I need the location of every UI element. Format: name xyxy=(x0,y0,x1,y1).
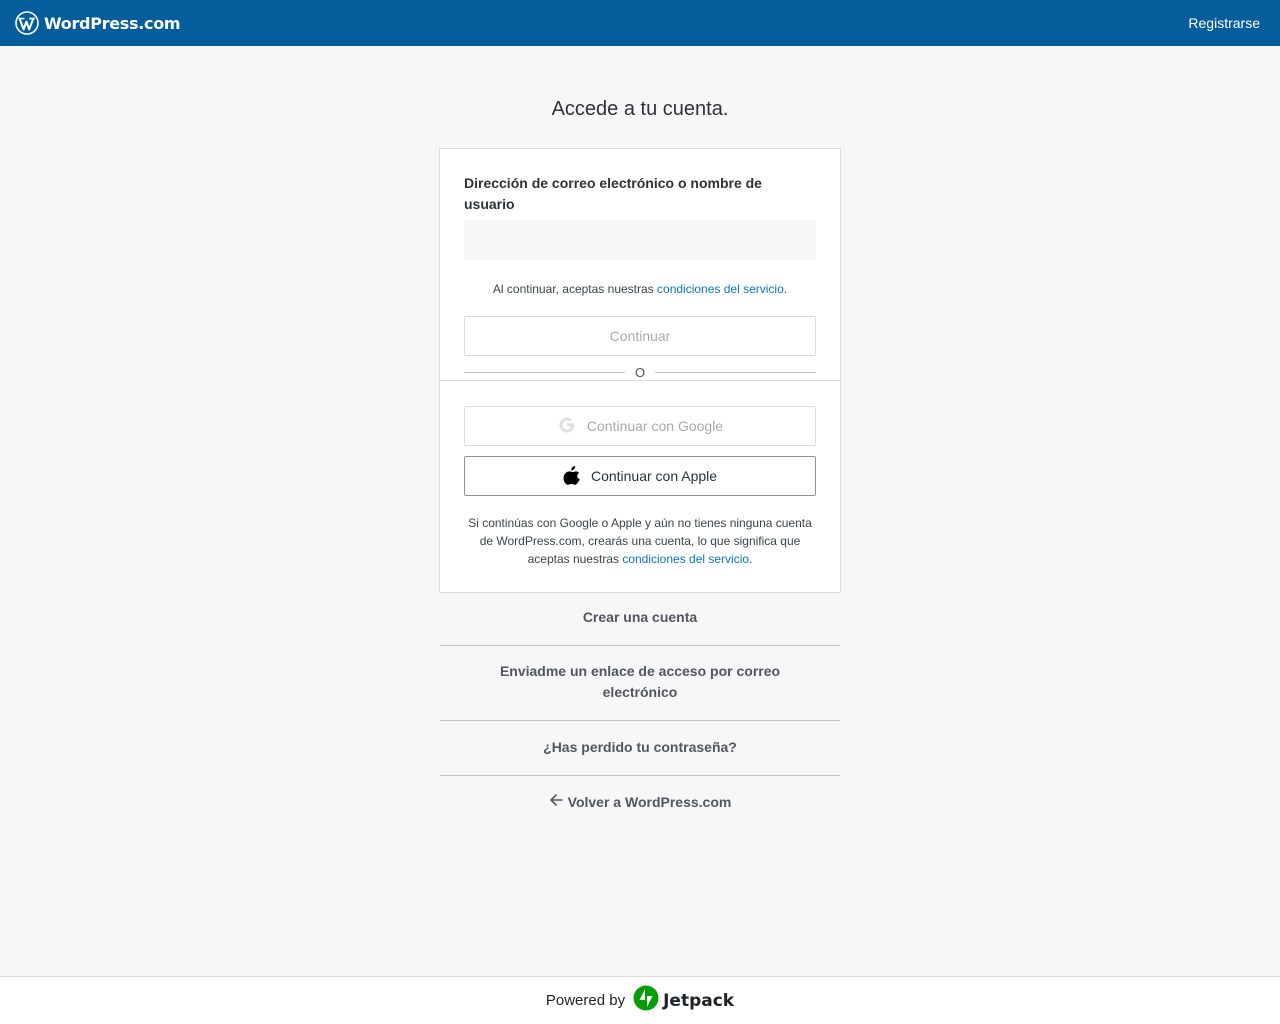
back-to-wordpress-link[interactable]: Volver a WordPress.com xyxy=(439,776,841,829)
login-card: Dirección de correo electrónico o nombre… xyxy=(439,148,841,593)
signup-link[interactable]: Registrarse xyxy=(1188,15,1260,31)
footer: Powered by Jetpack xyxy=(0,976,1280,1024)
terms-notice: Al continuar, aceptas nuestras condicion… xyxy=(464,282,816,296)
magic-link-request[interactable]: Enviadme un enlace de acceso por correo … xyxy=(439,646,841,720)
page-title: Accede a tu cuenta. xyxy=(551,98,729,120)
divider-line-left xyxy=(464,372,625,373)
social-terms-notice: Si continúas con Google o Apple y aún no… xyxy=(464,514,816,568)
divider-line-right xyxy=(653,372,816,373)
login-links: Crear una cuenta Enviadme un enlace de a… xyxy=(439,593,841,829)
continue-button[interactable]: Continuar xyxy=(464,316,816,356)
or-divider: O xyxy=(439,365,841,389)
terms-prefix: Al continuar, aceptas nuestras xyxy=(492,282,658,296)
create-account-link[interactable]: Crear una cuenta xyxy=(439,593,841,645)
apple-icon xyxy=(563,465,581,488)
jetpack-icon xyxy=(633,985,659,1016)
divider-line xyxy=(439,380,841,381)
google-login-button[interactable]: Continuar con Google xyxy=(464,406,816,446)
email-input[interactable] xyxy=(464,220,816,260)
brand-name: WordPress.com xyxy=(44,13,181,33)
or-label: O xyxy=(625,365,655,380)
apple-login-button[interactable]: Continuar con Apple xyxy=(464,456,816,496)
google-button-label: Continuar con Google xyxy=(586,418,724,434)
google-icon xyxy=(557,415,577,438)
terms-suffix: . xyxy=(783,282,788,296)
powered-by-label: Powered by xyxy=(545,992,626,1009)
terms-link[interactable]: condiciones del servicio xyxy=(657,282,784,296)
social-terms-suffix: . xyxy=(749,552,753,566)
email-label: Dirección de correo electrónico o nombre… xyxy=(464,175,762,212)
wordpress-home-link[interactable]: WordPress.com xyxy=(15,11,181,35)
lost-password-link[interactable]: ¿Has perdido tu contraseña? xyxy=(439,721,841,775)
jetpack-logo[interactable]: Jetpack xyxy=(633,985,734,1016)
apple-button-label: Continuar con Apple xyxy=(590,468,718,484)
masterbar: WordPress.com Registrarse xyxy=(0,0,1280,46)
back-link-label: Volver a WordPress.com xyxy=(567,794,732,810)
arrow-left-icon xyxy=(549,792,563,813)
wordpress-logo-icon xyxy=(15,11,39,35)
social-terms-link[interactable]: condiciones del servicio xyxy=(622,552,749,566)
jetpack-name: Jetpack xyxy=(663,990,735,1011)
